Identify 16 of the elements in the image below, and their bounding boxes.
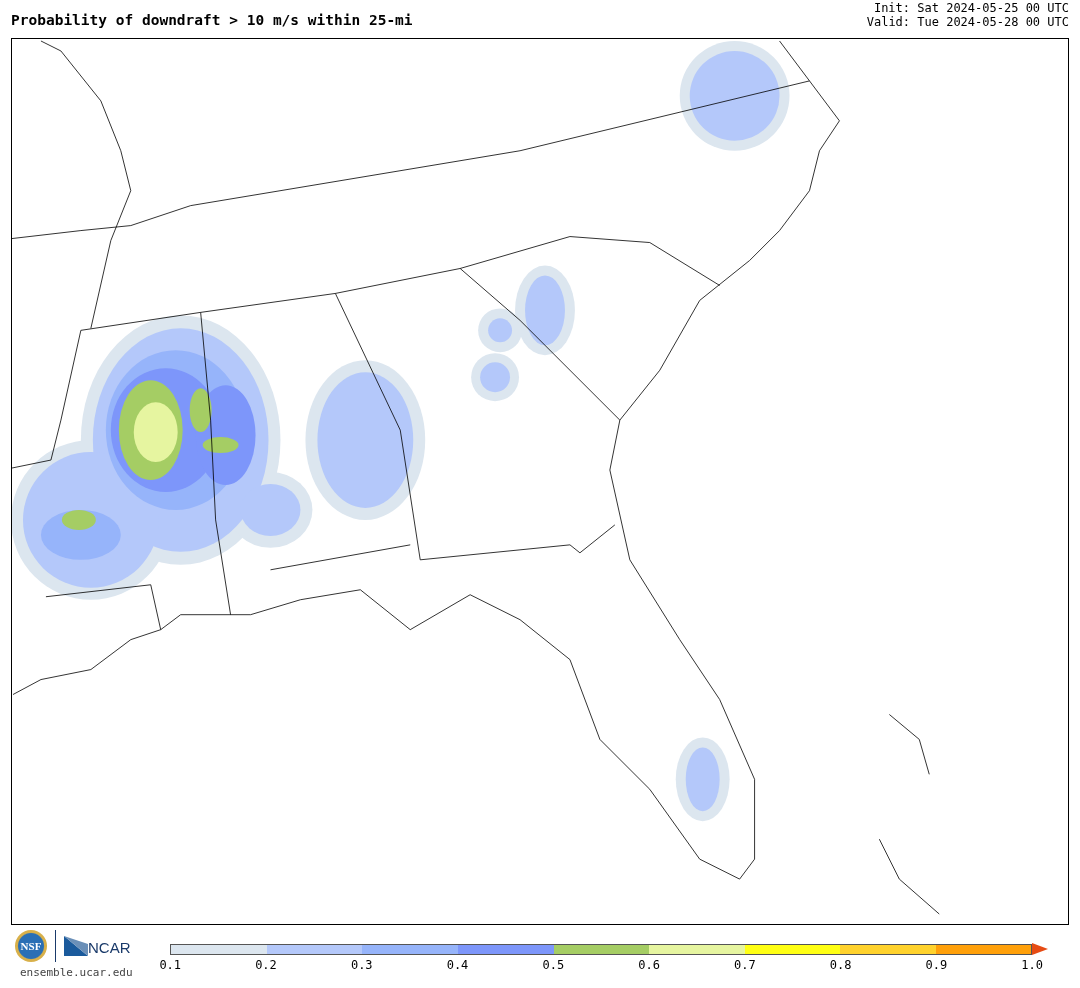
tick-label: 0.3 [350,958,373,972]
tick-label: 0.7 [733,958,756,972]
tick-label: 0.6 [638,958,660,972]
tick-label: 0.5 [542,958,565,972]
tick-label: 1.0 [1021,958,1043,972]
init-time: Init: Sat 2024-05-25 00 UTC [872,1,1069,15]
ncar-logo[interactable]: NCAR [64,936,131,956]
plot-title: Probability of downdraft > 10 m/s within 25-mi [11,11,413,29]
tick-label: 0.9 [925,958,948,972]
nsf-logo[interactable]: NSF [15,930,47,962]
tick-label: 0.2 [255,958,277,972]
website-url: ensemble.ucar.edu [20,966,133,979]
valid-time: Valid: Tue 2024-05-28 00 UTC [866,15,1069,29]
tick-label: 0.4 [446,958,469,972]
tick-label: 0.8 [829,958,852,972]
tick-label: 0.1 [159,958,182,972]
